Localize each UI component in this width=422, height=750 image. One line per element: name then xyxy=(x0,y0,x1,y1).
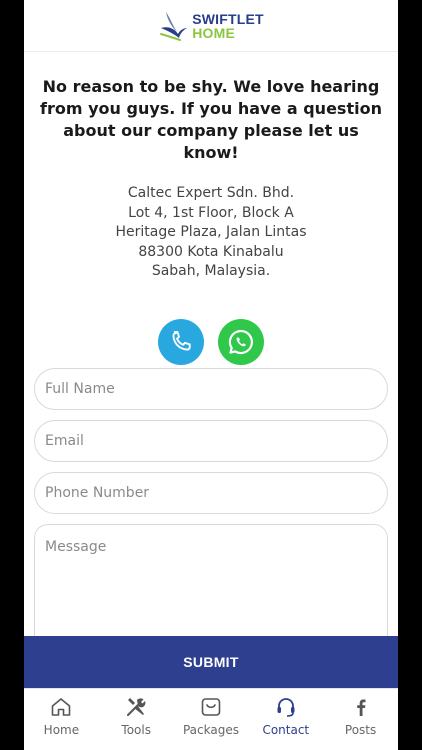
whatsapp-icon xyxy=(228,329,253,354)
tab-label: Tools xyxy=(121,723,151,737)
company-address: Caltec Expert Sdn. Bhd. Lot 4, 1st Floor… xyxy=(24,184,398,282)
tab-contact[interactable]: Contact xyxy=(248,689,323,750)
address-line: Sabah, Malaysia. xyxy=(151,263,271,279)
contact-form xyxy=(34,368,388,654)
tab-label: Posts xyxy=(344,723,377,737)
contact-icons xyxy=(24,318,398,365)
headset-icon xyxy=(277,698,295,717)
app-header: SWIFTLET HOME xyxy=(24,0,398,52)
whatsapp-button[interactable] xyxy=(218,318,264,365)
tab-posts[interactable]: Posts xyxy=(323,689,398,750)
message-textarea[interactable] xyxy=(34,524,388,654)
logo-subtitle: HOME xyxy=(192,24,236,41)
tools-icon xyxy=(127,698,146,716)
address-line: Lot 4, 1st Floor, Block A xyxy=(128,204,294,221)
full-name-input[interactable] xyxy=(34,368,388,410)
phone-number-input[interactable] xyxy=(34,472,388,514)
address-line: Heritage Plaza, Jalan Lintas xyxy=(115,224,307,240)
home-icon xyxy=(52,698,71,716)
logo-text: SWIFTLET HOME xyxy=(192,12,264,40)
tab-home[interactable]: Home xyxy=(24,689,99,750)
submit-button[interactable]: SUBMIT xyxy=(24,636,398,688)
phone-icon xyxy=(172,330,191,351)
address-line: Caltec Expert Sdn. Bhd. xyxy=(127,185,295,201)
facebook-icon xyxy=(356,699,366,716)
packages-icon xyxy=(201,698,221,716)
bottom-tab-bar: Home Tools Packages Contact Posts xyxy=(24,688,398,750)
email-input[interactable] xyxy=(34,420,388,462)
swiftlet-logo-icon xyxy=(160,11,188,41)
contact-screen: SWIFTLET HOME No reason to be shy. We lo… xyxy=(24,0,398,750)
tab-packages[interactable]: Packages xyxy=(174,689,249,750)
logo-title: SWIFTLET xyxy=(192,10,264,27)
call-button[interactable] xyxy=(158,318,204,365)
address-line: 88300 Kota Kinabalu xyxy=(138,243,284,260)
intro-text: No reason to be shy. We love hearing fro… xyxy=(40,77,382,162)
tab-tools[interactable]: Tools xyxy=(99,689,174,750)
tab-label: Contact xyxy=(262,723,310,737)
tab-label: Home xyxy=(43,723,80,737)
tab-label: Packages xyxy=(182,723,239,737)
